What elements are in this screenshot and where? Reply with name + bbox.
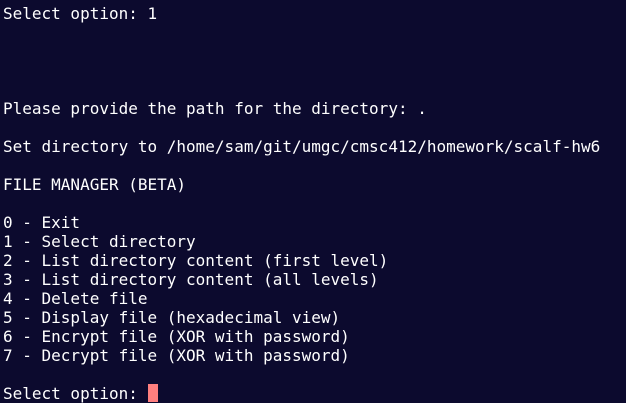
menu-item-exit: 0 - Exit [3,213,81,232]
menu-item-display-hex: 5 - Display file (hexadecimal view) [3,308,341,327]
set-directory-line: Set directory to /home/sam/git/umgc/cmsc… [3,137,601,156]
path-prompt-line: Please provide the path for the director… [3,99,427,118]
terminal-window[interactable]: Select option: 1 Please provide the path… [0,0,626,403]
menu-title: FILE MANAGER (BETA) [3,175,187,194]
menu-item-list-all-levels: 3 - List directory content (all levels) [3,270,379,289]
previous-prompt-line: Select option: 1 [3,4,158,23]
menu-item-select-directory: 1 - Select directory [3,232,196,251]
text-cursor[interactable] [147,384,158,402]
menu-item-delete-file: 4 - Delete file [3,289,148,308]
menu-item-list-first-level: 2 - List directory content (first level) [3,251,389,270]
menu-item-decrypt-file: 7 - Decrypt file (XOR with password) [3,346,350,365]
current-prompt-line[interactable]: Select option: [3,384,158,403]
menu-item-encrypt-file: 6 - Encrypt file (XOR with password) [3,327,350,346]
current-prompt-label: Select option: [3,384,148,403]
